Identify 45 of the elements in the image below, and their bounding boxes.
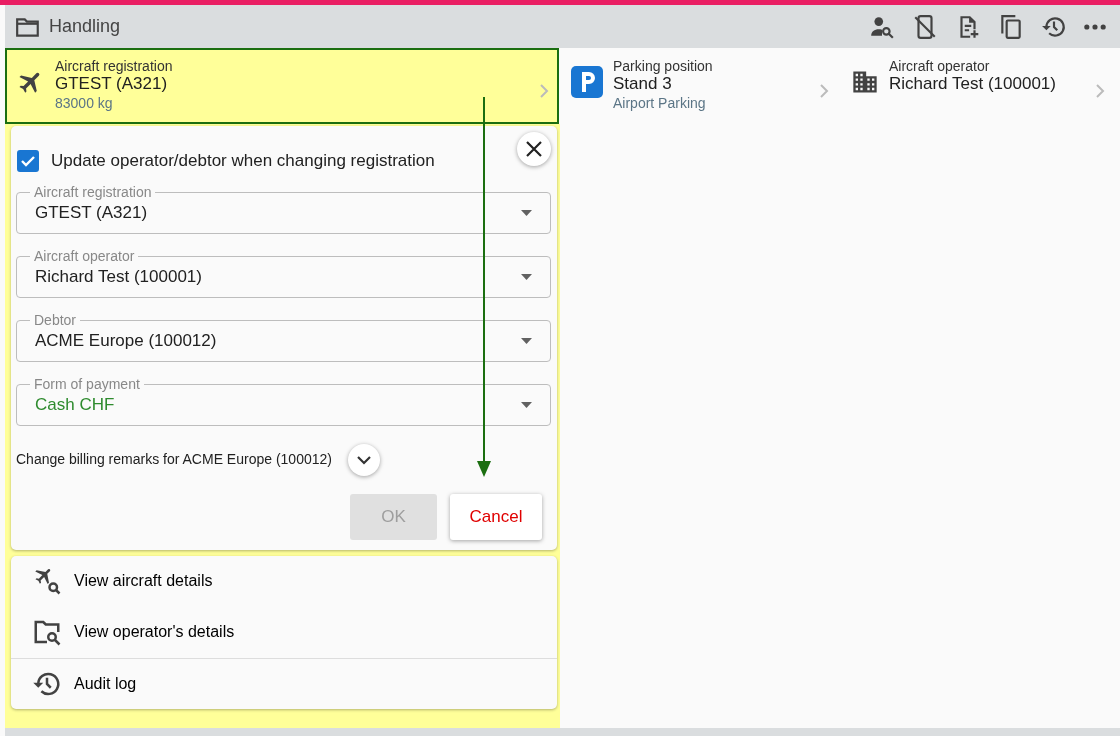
field-label: Aircraft registration	[30, 183, 156, 200]
caret-icon	[521, 338, 532, 345]
info-tile[interactable]: Aircraft registration GTEST (A321) 83000 kg	[5, 48, 559, 124]
tile-subtitle: 83000 kg	[55, 94, 114, 112]
parking-icon	[571, 66, 603, 98]
chevron-right-icon	[1095, 82, 1105, 99]
checkbox-label: Update operator/debtor when changing registration	[51, 150, 435, 172]
menu-item[interactable]: View aircraft details	[11, 555, 557, 607]
tile-value: GTEST (A321)	[55, 74, 169, 94]
checkbox[interactable]	[17, 149, 39, 172]
info-tile[interactable]: Aircraft operator Richard Test (100001)	[839, 48, 1115, 124]
chevron-down-icon	[355, 454, 372, 465]
field-label: Form of payment	[30, 375, 144, 392]
tile-value: Stand 3	[613, 74, 673, 94]
field-value: Richard Test (100001)	[35, 265, 202, 288]
tile-label: Aircraft operator	[889, 58, 991, 74]
copy-button[interactable]	[998, 13, 1024, 40]
tile-label: Parking position	[613, 58, 713, 74]
chevron-right-icon	[819, 82, 829, 99]
billing-remarks-label: Change billing remarks for ACME Europe (100012)	[16, 450, 332, 469]
airplane-search-icon	[32, 566, 62, 596]
caret-icon	[521, 210, 532, 217]
field-value: Cash CHF	[35, 393, 115, 416]
field-label: Debtor	[30, 311, 81, 328]
menu-item[interactable]: Audit log	[11, 657, 557, 709]
close-button[interactable]	[517, 132, 551, 166]
caret-icon	[521, 402, 532, 409]
info-tile[interactable]: Parking position Stand 3 Airport Parking	[559, 48, 839, 124]
expand-button[interactable]	[347, 443, 380, 476]
tile-label: Aircraft registration	[55, 58, 173, 74]
close-icon	[525, 140, 543, 158]
menu-item[interactable]: View operator's details	[11, 606, 557, 658]
field-label: Aircraft operator	[30, 247, 139, 264]
tile-value: Richard Test (100001)	[889, 74, 1056, 94]
cancel-button[interactable]: Cancel	[450, 493, 542, 540]
field-value: GTEST (A321)	[35, 201, 148, 224]
phone-off-icon	[912, 13, 938, 40]
copy-icon	[998, 13, 1024, 40]
window-title: Handling	[49, 15, 121, 38]
phone-off-button[interactable]	[912, 13, 938, 40]
caret-icon	[521, 274, 532, 281]
more-icon	[1084, 23, 1106, 30]
tile-subtitle: Airport Parking	[613, 94, 707, 112]
field-value: ACME Europe (100012)	[35, 329, 217, 352]
chevron-right-icon	[539, 82, 549, 99]
